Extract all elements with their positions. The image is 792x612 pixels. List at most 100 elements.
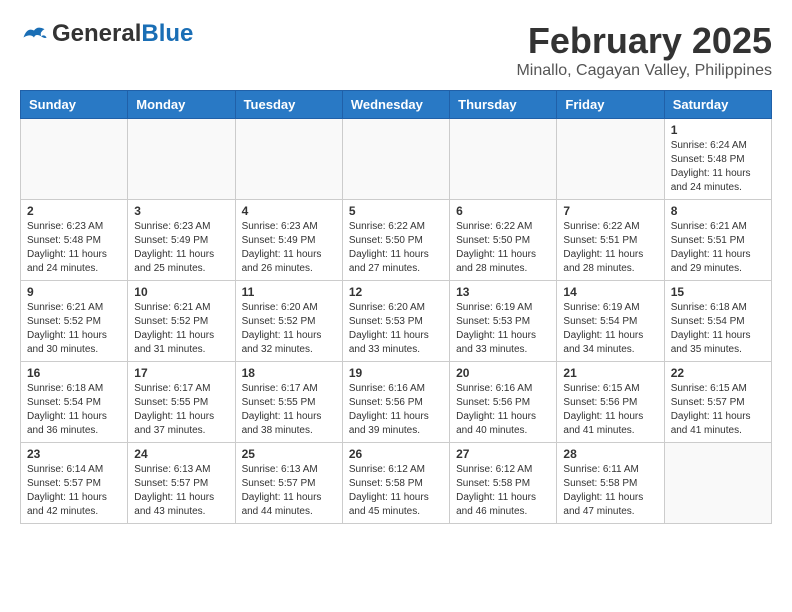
day-number: 2 (27, 204, 121, 218)
day-number: 1 (671, 123, 765, 137)
day-info: Sunrise: 6:12 AM Sunset: 5:58 PM Dayligh… (349, 463, 443, 519)
day-number: 24 (134, 447, 228, 461)
calendar-cell (450, 119, 557, 200)
day-info: Sunrise: 6:15 AM Sunset: 5:57 PM Dayligh… (671, 382, 765, 438)
weekday-header-row: SundayMondayTuesdayWednesdayThursdayFrid… (21, 91, 772, 119)
week-row-5: 23Sunrise: 6:14 AM Sunset: 5:57 PM Dayli… (21, 443, 772, 524)
day-number: 4 (242, 204, 336, 218)
calendar-cell: 10 Sunrise: 6:21 AM Sunset: 5:52 PM Dayli… (128, 281, 235, 362)
day-number: 14 (563, 285, 657, 299)
calendar-cell: 5 Sunrise: 6:22 AM Sunset: 5:50 PM Daylig… (342, 200, 449, 281)
calendar-subtitle: Minallo, Cagayan Valley, Philippines (516, 62, 772, 80)
day-number: 28 (563, 447, 657, 461)
calendar-table: SundayMondayTuesdayWednesdayThursdayFrid… (20, 90, 772, 524)
calendar-cell (235, 119, 342, 200)
weekday-saturday: Saturday (664, 91, 771, 119)
weekday-thursday: Thursday (450, 91, 557, 119)
week-row-1: 1 Sunrise: 6:24 AM Sunset: 5:48 PM Daylig… (21, 119, 772, 200)
day-number: 27 (456, 447, 550, 461)
day-number: 6 (456, 204, 550, 218)
day-info: Sunrise: 6:15 AM Sunset: 5:56 PM Dayligh… (563, 382, 657, 438)
day-number: 25 (242, 447, 336, 461)
day-number: 13 (456, 285, 550, 299)
day-number: 22 (671, 366, 765, 380)
day-number: 16 (27, 366, 121, 380)
day-number: 21 (563, 366, 657, 380)
calendar-cell (342, 119, 449, 200)
calendar-cell (21, 119, 128, 200)
week-row-4: 16Sunrise: 6:18 AM Sunset: 5:54 PM Dayli… (21, 362, 772, 443)
day-info: Sunrise: 6:19 AM Sunset: 5:54 PM Dayligh… (563, 301, 657, 357)
day-info: Sunrise: 6:20 AM Sunset: 5:52 PM Dayligh… (242, 301, 336, 357)
day-number: 19 (349, 366, 443, 380)
day-info: Sunrise: 6:12 AM Sunset: 5:58 PM Dayligh… (456, 463, 550, 519)
calendar-cell: 11 Sunrise: 6:20 AM Sunset: 5:52 PM Dayli… (235, 281, 342, 362)
day-info: Sunrise: 6:23 AM Sunset: 5:49 PM Dayligh… (242, 220, 336, 276)
day-number: 18 (242, 366, 336, 380)
day-info: Sunrise: 6:16 AM Sunset: 5:56 PM Dayligh… (456, 382, 550, 438)
logo: GeneralBlue (20, 20, 193, 48)
day-number: 17 (134, 366, 228, 380)
day-info: Sunrise: 6:21 AM Sunset: 5:52 PM Dayligh… (27, 301, 121, 357)
day-number: 10 (134, 285, 228, 299)
calendar-cell: 22 Sunrise: 6:15 AM Sunset: 5:57 PM Dayli… (664, 362, 771, 443)
calendar-cell: 9 Sunrise: 6:21 AM Sunset: 5:52 PM Daylig… (21, 281, 128, 362)
day-number: 5 (349, 204, 443, 218)
calendar-title: February 2025 (516, 20, 772, 62)
calendar-cell: 28 Sunrise: 6:11 AM Sunset: 5:58 PM Dayli… (557, 443, 664, 524)
day-info: Sunrise: 6:21 AM Sunset: 5:51 PM Dayligh… (671, 220, 765, 276)
day-info: Sunrise: 6:22 AM Sunset: 5:50 PM Dayligh… (456, 220, 550, 276)
calendar-cell: 2Sunrise: 6:23 AM Sunset: 5:48 PM Daylig… (21, 200, 128, 281)
day-number: 8 (671, 204, 765, 218)
weekday-wednesday: Wednesday (342, 91, 449, 119)
day-info: Sunrise: 6:19 AM Sunset: 5:53 PM Dayligh… (456, 301, 550, 357)
calendar-cell: 4 Sunrise: 6:23 AM Sunset: 5:49 PM Daylig… (235, 200, 342, 281)
day-number: 11 (242, 285, 336, 299)
calendar-cell: 12 Sunrise: 6:20 AM Sunset: 5:53 PM Dayli… (342, 281, 449, 362)
day-number: 15 (671, 285, 765, 299)
day-info: Sunrise: 6:13 AM Sunset: 5:57 PM Dayligh… (242, 463, 336, 519)
calendar-cell: 26 Sunrise: 6:12 AM Sunset: 5:58 PM Dayli… (342, 443, 449, 524)
day-info: Sunrise: 6:17 AM Sunset: 5:55 PM Dayligh… (242, 382, 336, 438)
day-number: 3 (134, 204, 228, 218)
calendar-cell: 20 Sunrise: 6:16 AM Sunset: 5:56 PM Dayli… (450, 362, 557, 443)
day-info: Sunrise: 6:18 AM Sunset: 5:54 PM Dayligh… (671, 301, 765, 357)
day-info: Sunrise: 6:24 AM Sunset: 5:48 PM Dayligh… (671, 139, 765, 195)
calendar-cell (128, 119, 235, 200)
day-info: Sunrise: 6:13 AM Sunset: 5:57 PM Dayligh… (134, 463, 228, 519)
calendar-cell (557, 119, 664, 200)
calendar-cell: 1 Sunrise: 6:24 AM Sunset: 5:48 PM Daylig… (664, 119, 771, 200)
day-number: 26 (349, 447, 443, 461)
day-info: Sunrise: 6:21 AM Sunset: 5:52 PM Dayligh… (134, 301, 228, 357)
calendar-cell: 17 Sunrise: 6:17 AM Sunset: 5:55 PM Dayli… (128, 362, 235, 443)
day-info: Sunrise: 6:23 AM Sunset: 5:49 PM Dayligh… (134, 220, 228, 276)
calendar-cell: 25 Sunrise: 6:13 AM Sunset: 5:57 PM Dayli… (235, 443, 342, 524)
calendar-cell: 21 Sunrise: 6:15 AM Sunset: 5:56 PM Dayli… (557, 362, 664, 443)
day-number: 12 (349, 285, 443, 299)
weekday-tuesday: Tuesday (235, 91, 342, 119)
calendar-cell: 3 Sunrise: 6:23 AM Sunset: 5:49 PM Daylig… (128, 200, 235, 281)
calendar-cell: 19Sunrise: 6:16 AM Sunset: 5:56 PM Dayli… (342, 362, 449, 443)
logo-blue: Blue (141, 20, 193, 47)
week-row-3: 9 Sunrise: 6:21 AM Sunset: 5:52 PM Daylig… (21, 281, 772, 362)
day-info: Sunrise: 6:11 AM Sunset: 5:58 PM Dayligh… (563, 463, 657, 519)
calendar-cell: 24 Sunrise: 6:13 AM Sunset: 5:57 PM Dayli… (128, 443, 235, 524)
calendar-cell: 14 Sunrise: 6:19 AM Sunset: 5:54 PM Dayli… (557, 281, 664, 362)
day-info: Sunrise: 6:22 AM Sunset: 5:51 PM Dayligh… (563, 220, 657, 276)
calendar-cell: 15 Sunrise: 6:18 AM Sunset: 5:54 PM Dayli… (664, 281, 771, 362)
calendar-cell: 23Sunrise: 6:14 AM Sunset: 5:57 PM Dayli… (21, 443, 128, 524)
weekday-monday: Monday (128, 91, 235, 119)
title-block: February 2025 Minallo, Cagayan Valley, P… (516, 20, 772, 80)
logo-bird-icon (20, 23, 48, 45)
calendar-cell: 6 Sunrise: 6:22 AM Sunset: 5:50 PM Daylig… (450, 200, 557, 281)
day-info: Sunrise: 6:20 AM Sunset: 5:53 PM Dayligh… (349, 301, 443, 357)
calendar-cell: 8 Sunrise: 6:21 AM Sunset: 5:51 PM Daylig… (664, 200, 771, 281)
logo-general: General (52, 20, 141, 47)
calendar-cell: 16Sunrise: 6:18 AM Sunset: 5:54 PM Dayli… (21, 362, 128, 443)
day-number: 9 (27, 285, 121, 299)
day-number: 20 (456, 366, 550, 380)
day-info: Sunrise: 6:17 AM Sunset: 5:55 PM Dayligh… (134, 382, 228, 438)
day-number: 7 (563, 204, 657, 218)
calendar-cell: 18 Sunrise: 6:17 AM Sunset: 5:55 PM Dayli… (235, 362, 342, 443)
day-info: Sunrise: 6:22 AM Sunset: 5:50 PM Dayligh… (349, 220, 443, 276)
